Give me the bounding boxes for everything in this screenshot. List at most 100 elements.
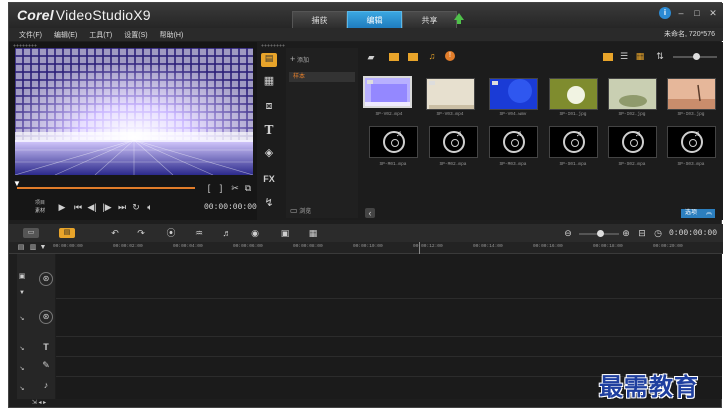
fit-project-icon[interactable]: ⊟ — [637, 228, 647, 238]
thumbnail-sp-v03[interactable] — [426, 78, 475, 110]
transition-icon[interactable]: ⧈ — [261, 101, 277, 112]
tab-edit[interactable]: 编辑 — [347, 11, 402, 28]
thumbnail-label: SP-I02.jpg — [618, 112, 646, 117]
play-icon[interactable]: ▶ — [57, 202, 67, 212]
voice-track-lock-icon[interactable]: ↘ — [15, 364, 29, 374]
menu-edit[interactable]: 编辑(E) — [54, 30, 77, 40]
close-button[interactable]: ✕ — [707, 7, 719, 19]
motion-tracking-icon[interactable]: ◉ — [249, 228, 261, 238]
timeline-ruler[interactable]: ▤ ▥ ▼ 00:00:00:00 00:00:02:00 00:00:04:0… — [9, 242, 723, 254]
redo-icon[interactable]: ↷ — [135, 228, 147, 238]
upload-arrow-icon[interactable] — [454, 13, 464, 24]
record-capture-icon[interactable]: ⦿ — [165, 228, 177, 238]
tab-share[interactable]: 共享 — [402, 11, 457, 28]
mode-project-label[interactable]: 项目 — [35, 199, 45, 206]
sort-icon[interactable]: ⇅ — [655, 51, 665, 61]
sound-mixer-icon[interactable]: ♒ — [193, 228, 205, 238]
details-view-icon[interactable]: ☰ — [619, 51, 629, 61]
menu-file[interactable]: 文件(F) — [19, 30, 42, 40]
thumbnail-sp-i02[interactable] — [608, 78, 657, 110]
thumbnail-sp-i03[interactable] — [667, 78, 716, 110]
filter-icon[interactable]: ! — [445, 51, 455, 61]
go-to-start-icon[interactable]: ⏮ — [73, 202, 83, 212]
show-video-icon[interactable] — [389, 53, 399, 61]
ruler-tick: 00:00:12:00 — [413, 244, 443, 249]
video-format-badge — [429, 81, 435, 85]
thumbnail-sp-s01[interactable]: ♫ — [549, 126, 598, 158]
undo-icon[interactable]: ↶ — [109, 228, 121, 238]
show-audio-icon[interactable]: ♫ — [427, 51, 437, 61]
thumbnail-sp-m02[interactable]: ♫ — [429, 126, 478, 158]
media-library-icon[interactable]: ▤ — [261, 53, 277, 67]
thumbnail-view-icon[interactable]: ▦ — [635, 51, 645, 61]
tab-capture[interactable]: 捕获 — [292, 11, 347, 28]
browse-button[interactable]: ▭ 浏览 — [290, 206, 311, 215]
video-track-expand-icon[interactable]: ▼ — [15, 288, 29, 298]
video-track-toggle-icon[interactable]: ▣ — [15, 272, 29, 282]
collapse-library-icon[interactable]: ‹ — [365, 208, 375, 218]
import-folder-icon[interactable]: ▰ — [365, 52, 377, 62]
thumbnail-sp-m01[interactable]: ♫ — [369, 126, 418, 158]
overlay-track-lock-icon[interactable]: ↘ — [15, 314, 29, 324]
auto-music-icon[interactable]: ♬ — [221, 228, 233, 238]
thumbnail-sp-i01[interactable] — [549, 78, 598, 110]
plus-icon[interactable]: + — [290, 54, 295, 64]
fx-filter-icon[interactable]: FX — [261, 174, 277, 184]
instant-project-icon[interactable]: ▦ — [261, 76, 277, 87]
thumbnail-sp-v02[interactable] — [363, 76, 412, 108]
restore-button[interactable]: □ — [691, 7, 703, 19]
thumbnail-label: SP-M02.mpa — [439, 162, 467, 167]
zoom-in-icon[interactable]: ⊕ — [621, 228, 631, 238]
title-track-lock-icon[interactable]: ↘ — [15, 344, 29, 354]
folder-item-samples[interactable]: 样本 — [289, 72, 355, 82]
mark-in-icon[interactable]: [ — [205, 183, 213, 193]
info-icon[interactable]: i — [659, 7, 671, 19]
storyboard-view-icon[interactable]: ▭ — [23, 228, 39, 238]
ripple-edit-icon[interactable]: ▼ — [39, 243, 47, 253]
thumbnail-sp-s03[interactable]: ♫ — [667, 126, 716, 158]
show-photo-icon[interactable] — [408, 53, 418, 61]
preview-timecode[interactable]: 00:00:00:00 — [204, 203, 257, 212]
timeline-timecode[interactable]: 0:00:00:00 — [669, 229, 717, 238]
menu-tools[interactable]: 工具(T) — [89, 30, 112, 40]
zoom-out-icon[interactable]: ⊖ — [563, 228, 573, 238]
thumbnail-sp-m03[interactable]: ♫ — [489, 126, 538, 158]
music-track-lock-icon[interactable]: ↘ — [15, 384, 29, 394]
repeat-icon[interactable]: ↻ — [131, 202, 141, 212]
timeline-view-icon[interactable]: ▤ — [59, 228, 75, 238]
volume-icon[interactable]: 🔈︎ — [145, 202, 155, 212]
ruler-tick: 00:00:14:00 — [473, 244, 503, 249]
split-clip-icon[interactable]: ✂ — [231, 183, 239, 193]
panel-grip[interactable] — [13, 44, 37, 47]
library-grip[interactable] — [261, 44, 285, 47]
add-folder-button[interactable]: + 添加 — [290, 54, 309, 64]
chapter-point-icon[interactable]: ▥ — [29, 243, 37, 253]
timeline-playhead[interactable] — [419, 242, 420, 254]
minimize-button[interactable]: – — [675, 7, 687, 19]
thumbnail-label: SP-M03.mpa — [499, 162, 527, 167]
next-frame-icon[interactable]: |▶ — [102, 202, 112, 212]
mark-out-icon[interactable]: ] — [217, 183, 225, 193]
menu-settings[interactable]: 设置(S) — [124, 30, 147, 40]
title-text-icon[interactable]: T — [261, 124, 277, 136]
thumbnail-sp-v04[interactable] — [489, 78, 538, 110]
menu-help[interactable]: 帮助(H) — [160, 30, 184, 40]
path-motion-icon[interactable]: ↯ — [261, 198, 277, 209]
list-view-icon[interactable] — [603, 53, 613, 61]
thumbnail-sp-s02[interactable]: ♫ — [608, 126, 657, 158]
enlarge-preview-icon[interactable]: ⧉ — [243, 183, 253, 193]
voice-track-icon: ✎ — [42, 360, 50, 370]
thumbnail-size-knob[interactable] — [693, 53, 700, 60]
timeline-scroll-arrows[interactable]: ⇲ ◂ ▸ — [27, 398, 51, 408]
scrub-bar[interactable] — [17, 187, 195, 189]
mode-clip-label[interactable]: 素材 — [35, 207, 45, 214]
music-note-icon: ♫ — [694, 129, 700, 138]
graphics-icon[interactable]: ◈ — [261, 148, 277, 159]
go-to-end-icon[interactable]: ⏭ — [117, 202, 127, 212]
options-button[interactable]: 选项 ︽ — [681, 209, 715, 218]
subtitle-editor-icon[interactable]: ▣ — [279, 228, 291, 238]
zoom-knob[interactable] — [597, 230, 604, 237]
multi-camera-icon[interactable]: ▦ — [307, 228, 319, 238]
previous-frame-icon[interactable]: ◀| — [87, 202, 97, 212]
track-manager-icon[interactable]: ▤ — [17, 243, 25, 253]
